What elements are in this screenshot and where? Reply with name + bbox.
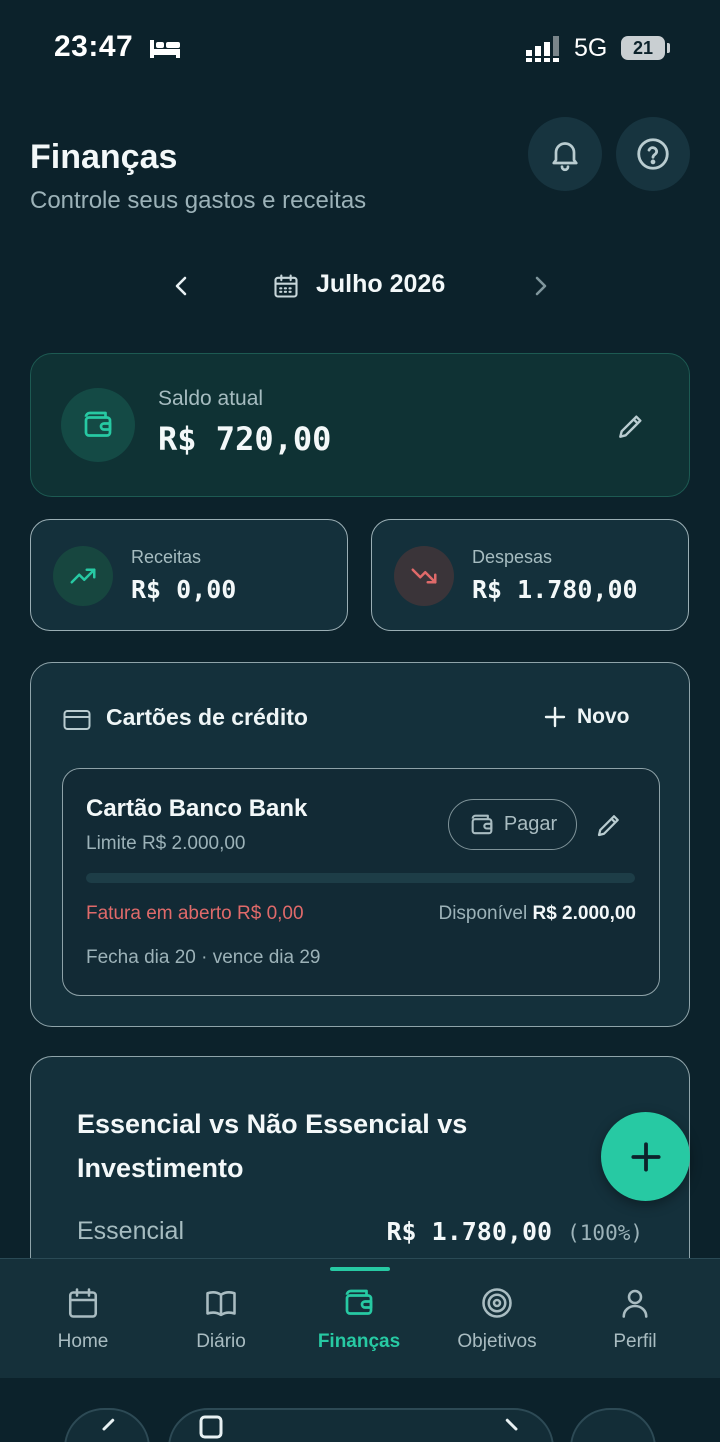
calendar-icon	[68, 1288, 98, 1318]
card-dates: Fecha dia 20 · vence dia 29	[86, 947, 321, 968]
plus-icon	[544, 706, 566, 728]
open-bill: Fatura em aberto R$ 0,00	[86, 903, 304, 924]
pay-card-label: Pagar	[503, 813, 558, 835]
battery-level: 21	[621, 36, 665, 60]
battery-tip	[667, 43, 670, 53]
system-home-bar[interactable]	[168, 1408, 554, 1442]
forward-icon	[505, 1418, 518, 1431]
network-type: 5G	[574, 34, 608, 62]
edit-balance-button[interactable]	[615, 410, 647, 442]
nav-financas[interactable]: Finanças	[290, 1259, 428, 1379]
wallet-icon	[345, 1289, 373, 1315]
previous-month-button[interactable]	[168, 270, 196, 302]
expenses-label: Despesas	[472, 547, 553, 567]
income-label: Receitas	[131, 547, 202, 567]
nav-objetivos[interactable]: Objetivos	[428, 1259, 566, 1379]
new-card-label: Novo	[577, 705, 630, 728]
nav-perfil[interactable]: Perfil	[566, 1259, 704, 1379]
expenses-badge	[394, 546, 454, 606]
credit-card-icon	[63, 710, 91, 730]
status-bar: 23:47 5G 21	[0, 0, 720, 100]
credit-cards-title: Cartões de crédito	[106, 704, 308, 730]
breakdown-row-label: Essencial	[77, 1217, 184, 1245]
wallet-icon	[471, 814, 493, 834]
signal-icon	[526, 36, 559, 62]
nav-home[interactable]: Home	[14, 1259, 152, 1379]
income-card: Receitas R$ 0,00	[30, 519, 348, 631]
bell-icon	[552, 142, 578, 172]
month-label: Julho 2026	[316, 270, 446, 298]
calendar-icon	[274, 274, 298, 298]
balance-value: R$ 720,00	[158, 420, 332, 458]
balance-card: Saldo atual R$ 720,00	[30, 353, 690, 497]
breakdown-title: Essencial vs Não Essencial vs Investimen…	[77, 1109, 468, 1183]
wallet-icon	[84, 411, 112, 437]
card-name: Cartão Banco Bank	[86, 795, 308, 822]
book-icon	[206, 1290, 236, 1317]
breakdown-row-value: R$ 1.780,00 (100%)	[387, 1217, 644, 1246]
help-button[interactable]	[616, 117, 690, 191]
card-available: Disponível R$ 2.000,00	[438, 903, 636, 925]
card-usage-bar	[86, 873, 635, 883]
nav-home-label: Home	[57, 1331, 109, 1352]
available-label: Disponível	[438, 903, 528, 924]
nav-objetivos-label: Objetivos	[457, 1331, 537, 1352]
expenses-card: Despesas R$ 1.780,00	[371, 519, 689, 631]
target-icon	[482, 1288, 512, 1318]
nav-financas-label: Finanças	[317, 1331, 401, 1352]
balance-wallet-badge	[61, 388, 135, 462]
bottom-nav: Home Diário Finanças Objetivos Perfil	[0, 1258, 720, 1378]
square-icon	[199, 1415, 223, 1439]
new-card-button[interactable]: Novo	[543, 705, 630, 729]
breakdown-row-percent: (100%)	[567, 1221, 643, 1245]
help-icon	[637, 138, 669, 170]
status-time: 23:47	[54, 30, 134, 63]
breakdown-row-amount: R$ 1.780,00	[386, 1217, 553, 1246]
plus-icon	[630, 1141, 661, 1172]
system-navigation-bar	[0, 1378, 720, 1442]
balance-label: Saldo atual	[158, 387, 264, 410]
edit-card-button[interactable]	[594, 810, 624, 840]
nav-perfil-label: Perfil	[613, 1331, 657, 1352]
credit-card-item[interactable]: Cartão Banco Bank Limite R$ 2.000,00 Pag…	[62, 768, 660, 996]
system-back-button[interactable]	[64, 1408, 150, 1442]
card-limit: Limite R$ 2.000,00	[86, 833, 246, 854]
next-month-button[interactable]	[526, 270, 554, 302]
back-icon	[102, 1418, 115, 1431]
nav-diario[interactable]: Diário	[152, 1259, 290, 1379]
trending-up-icon	[70, 568, 96, 584]
trending-down-icon	[411, 568, 437, 584]
pay-card-button[interactable]: Pagar	[448, 799, 577, 850]
nav-diario-label: Diário	[196, 1331, 246, 1352]
system-recents-button[interactable]	[570, 1408, 656, 1442]
user-icon	[622, 1289, 648, 1318]
add-transaction-button[interactable]	[601, 1112, 690, 1201]
available-value: R$ 2.000,00	[532, 903, 636, 924]
income-value: R$ 0,00	[131, 575, 237, 604]
page-subtitle: Controle seus gastos e receitas	[30, 187, 367, 214]
credit-cards-section: Cartões de crédito Novo Cartão Banco Ban…	[30, 662, 690, 1027]
bed-icon	[150, 40, 180, 58]
page-title: Finanças	[30, 138, 178, 176]
notifications-button[interactable]	[528, 117, 602, 191]
income-badge	[53, 546, 113, 606]
expenses-value: R$ 1.780,00	[472, 575, 638, 604]
